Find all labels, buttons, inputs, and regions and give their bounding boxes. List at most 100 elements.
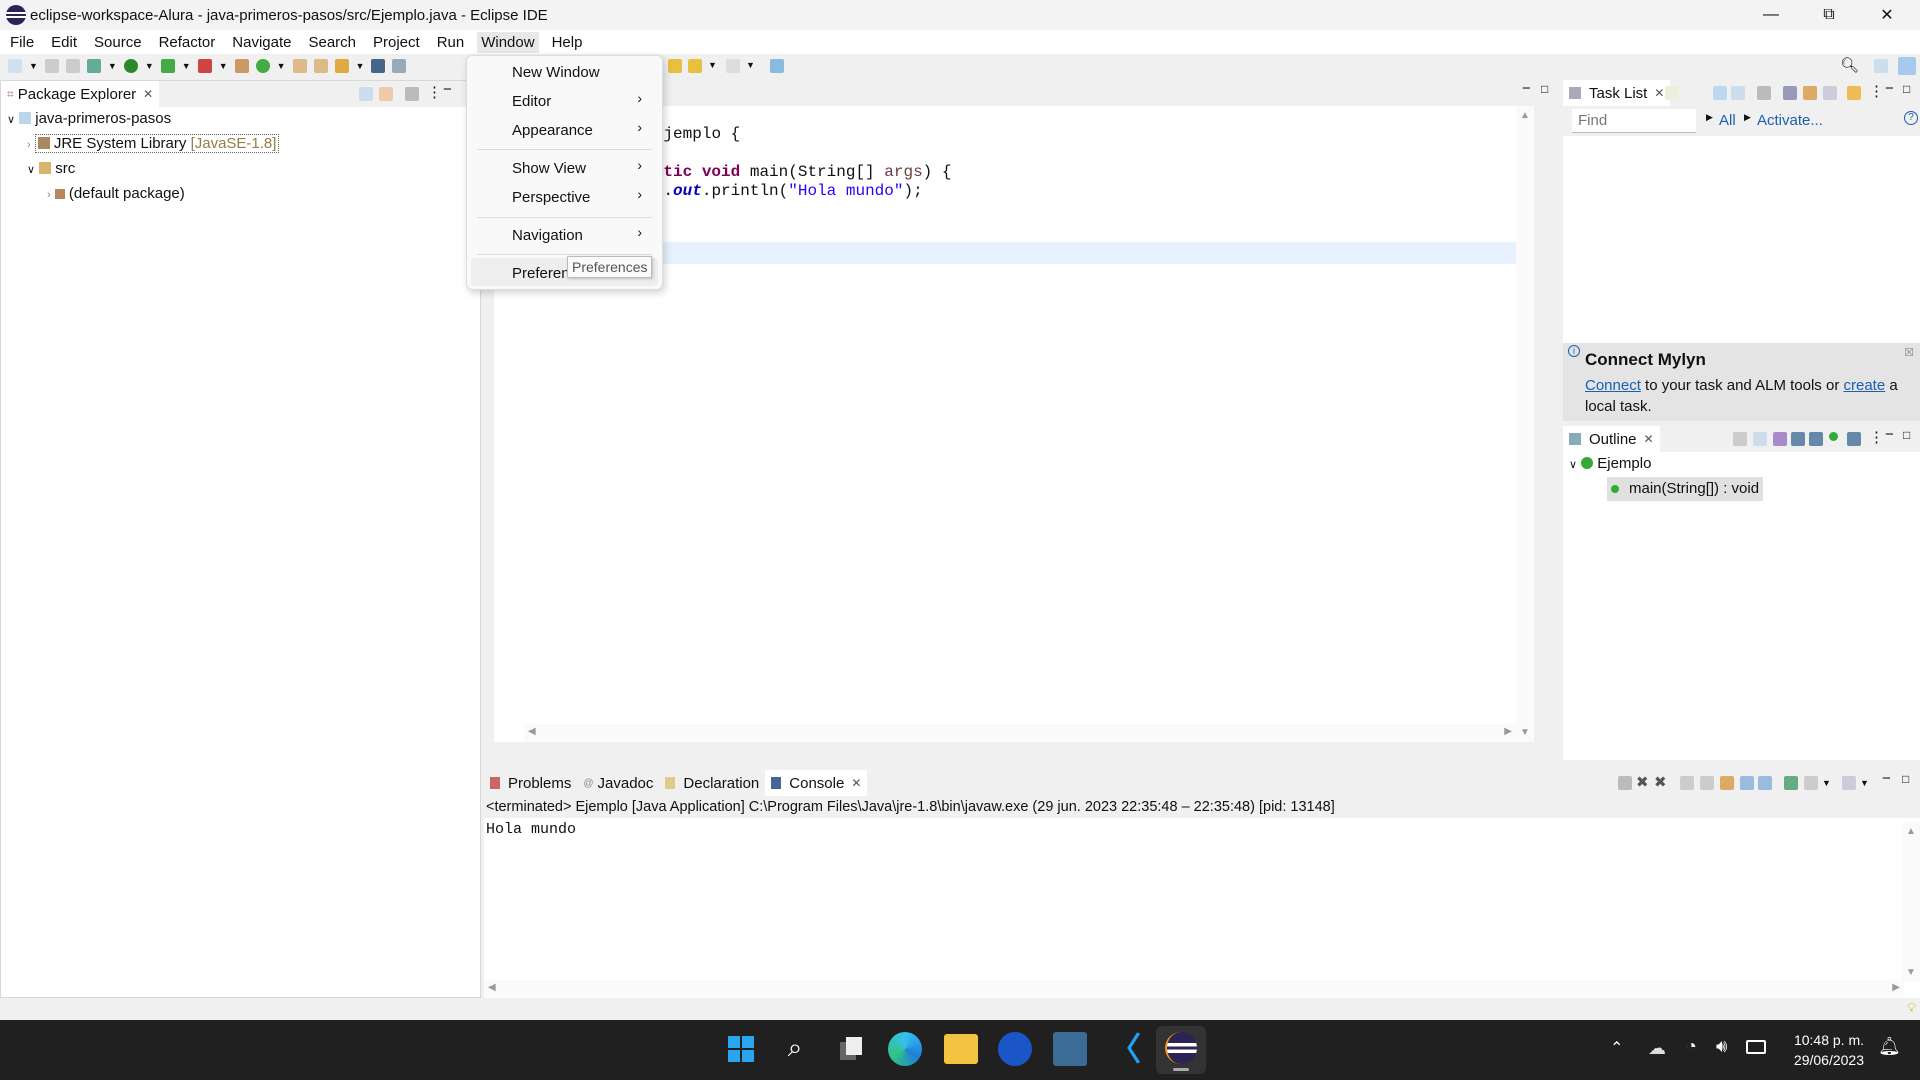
tab-outline[interactable]: Outline ✕ — [1563, 426, 1660, 452]
categorized-icon[interactable] — [1713, 86, 1727, 100]
minimize-view-icon[interactable]: − — [1885, 426, 1894, 443]
vertical-scrollbar[interactable]: ▲ ▼ — [1516, 106, 1534, 742]
dropdown-icon[interactable]: ▼ — [356, 61, 365, 71]
open-console-icon[interactable] — [1842, 776, 1856, 790]
minimize-view-icon[interactable]: − — [443, 81, 452, 98]
dropdown-icon[interactable]: ▼ — [746, 60, 755, 70]
minimize-view-icon[interactable]: − — [1882, 770, 1891, 787]
view-menu-icon[interactable]: ⋮ — [427, 83, 442, 101]
java-perspective-icon[interactable] — [1898, 57, 1916, 75]
synchronize-icon[interactable] — [1847, 86, 1861, 100]
maximize-view-icon[interactable]: □ — [1903, 428, 1910, 442]
clock[interactable]: 10:48 p. m. 29/06/2023 — [1780, 1030, 1864, 1070]
console-horizontal-scrollbar[interactable]: ◀ ▶ — [484, 980, 1904, 998]
maximize-view-icon[interactable]: □ — [1903, 82, 1910, 96]
tab-javadoc[interactable]: @ Javadoc — [577, 770, 659, 796]
chevron-up-icon[interactable]: ⌃ — [1610, 1038, 1623, 1058]
hide-local-types-icon[interactable] — [1847, 432, 1861, 446]
menu-item-perspective[interactable]: Perspective — [512, 189, 590, 206]
outline-item-method[interactable]: main(String[]) : void — [1607, 477, 1764, 501]
tree-item-jre[interactable]: › JRE System Library [JavaSE-1.8] — [1, 132, 480, 157]
save-all-icon[interactable] — [65, 59, 80, 73]
lightbulb-icon[interactable]: 💡︎ — [1907, 1000, 1916, 1016]
sort-icon[interactable] — [1773, 432, 1787, 446]
word-wrap-icon[interactable] — [1720, 776, 1734, 790]
display-console-icon[interactable] — [1804, 776, 1818, 790]
tab-console[interactable]: Console ✕ — [765, 770, 868, 796]
debug-icon[interactable] — [86, 59, 101, 73]
close-icon[interactable]: ✕ — [851, 776, 861, 790]
close-button[interactable]: ✕ — [1858, 0, 1916, 30]
dropdown-icon[interactable]: ▼ — [1860, 778, 1869, 788]
dropdown-icon[interactable]: ▼ — [108, 61, 117, 71]
show-ui-legend-icon[interactable] — [1803, 86, 1817, 100]
show-stdout-icon[interactable] — [1740, 776, 1754, 790]
chevron-down-icon[interactable]: ∨ — [1569, 459, 1577, 471]
mysql-workbench-icon[interactable] — [1053, 1032, 1087, 1066]
notifications-icon[interactable]: 🔔︎ — [1878, 1036, 1901, 1057]
new-icon[interactable] — [8, 59, 22, 73]
chevron-down-icon[interactable]: ∨ — [27, 164, 35, 176]
hide-completed-icon[interactable] — [1783, 86, 1797, 100]
scroll-lock-icon[interactable] — [1700, 776, 1714, 790]
hide-nonpublic-icon[interactable] — [1829, 432, 1838, 441]
edge-icon[interactable] — [888, 1032, 922, 1066]
forward-icon[interactable] — [726, 59, 740, 73]
open-perspective-icon[interactable] — [1874, 59, 1888, 73]
collapse-all-icon[interactable] — [359, 87, 373, 101]
menu-run[interactable]: Run — [437, 34, 465, 51]
find-input[interactable] — [1572, 109, 1696, 133]
view-menu-icon[interactable]: ⋮ — [1869, 82, 1884, 100]
chevron-right-icon[interactable]: › — [27, 139, 31, 151]
close-icon[interactable]: ☒ — [1904, 346, 1914, 359]
menu-window[interactable]: Window — [477, 31, 539, 53]
chevron-down-icon[interactable]: ∨ — [7, 114, 15, 126]
open-task-icon[interactable] — [313, 59, 328, 73]
minimize-view-icon[interactable]: − — [1885, 80, 1894, 97]
menu-search[interactable]: Search — [308, 34, 356, 51]
console-output[interactable]: Hola mundo — [484, 818, 1920, 841]
focus-icon[interactable] — [1757, 86, 1771, 100]
hide-static-icon[interactable] — [1809, 432, 1823, 446]
dropdown-icon[interactable]: ▼ — [145, 61, 154, 71]
windows-start-icon[interactable] — [724, 1032, 758, 1066]
tree-item-project[interactable]: ∨ java-primeros-pasos — [1, 107, 480, 132]
menu-refactor[interactable]: Refactor — [159, 34, 216, 51]
minimize-button[interactable]: — — [1742, 0, 1800, 30]
menu-item-show-view[interactable]: Show View — [512, 160, 586, 177]
search-tool-icon[interactable] — [334, 59, 349, 73]
tab-declaration[interactable]: Declaration — [659, 770, 765, 796]
save-icon[interactable] — [44, 59, 59, 73]
menu-edit[interactable]: Edit — [51, 34, 77, 51]
tab-problems[interactable]: Problems — [484, 770, 577, 796]
close-icon[interactable]: ✕ — [143, 87, 153, 101]
minimize-editor-icon[interactable]: − — [1522, 80, 1531, 97]
maximize-editor-icon[interactable]: □ — [1541, 82, 1548, 96]
dropdown-icon[interactable]: ▼ — [182, 61, 191, 71]
collapse-all-icon[interactable] — [1823, 86, 1837, 100]
menu-source[interactable]: Source — [94, 34, 142, 51]
horizontal-scrollbar[interactable]: ◀ ▶ — [524, 724, 1516, 742]
file-explorer-icon[interactable] — [944, 1034, 978, 1064]
annotation-icon[interactable] — [668, 59, 682, 73]
dropdown-icon[interactable]: ▼ — [708, 60, 717, 70]
new-class-icon[interactable] — [255, 59, 270, 73]
console-icon[interactable] — [371, 59, 386, 73]
show-stderr-icon[interactable] — [1758, 776, 1772, 790]
chevron-right-icon[interactable]: › — [47, 189, 51, 201]
remove-launch-icon[interactable]: ✖ — [1636, 773, 1649, 791]
create-link[interactable]: create — [1843, 377, 1885, 394]
menu-item-new-window[interactable]: New Window — [512, 64, 600, 81]
close-icon[interactable]: ✕ — [1644, 432, 1654, 446]
battery-icon[interactable] — [1746, 1040, 1766, 1054]
pin-console-icon[interactable] — [1784, 776, 1798, 790]
volume-icon[interactable]: 🔊︎ — [1716, 1036, 1727, 1057]
run-icon[interactable] — [123, 59, 138, 73]
hide-fields-icon[interactable] — [1791, 432, 1805, 446]
view-menu-icon[interactable]: ⋮ — [1869, 428, 1884, 446]
help-icon[interactable]: ? — [1904, 111, 1918, 125]
clear-console-icon[interactable] — [1680, 776, 1694, 790]
menu-navigate[interactable]: Navigate — [232, 34, 291, 51]
connect-link[interactable]: Connect — [1585, 377, 1641, 394]
app-blue-icon[interactable] — [998, 1032, 1032, 1066]
